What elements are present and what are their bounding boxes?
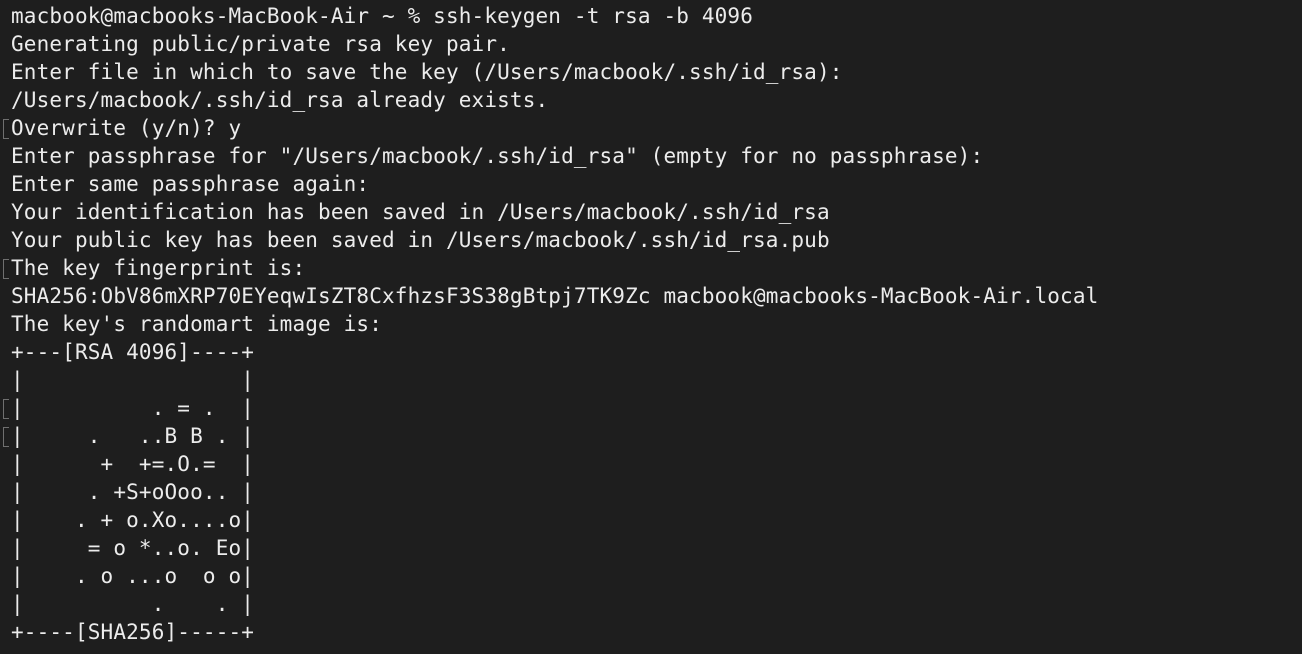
terminal-line: The key's randomart image is: [11,312,382,336]
randomart-line: | = o *..o. Eo| [11,536,255,560]
randomart-line: | . o ...o o o| [11,564,255,588]
terminal-line: Enter same passphrase again: [11,172,370,196]
terminal-line: The key fingerprint is: [11,256,306,280]
terminal-line: Enter file in which to save the key (/Us… [11,60,843,84]
randomart-line: | . ..B B . | [11,424,255,448]
randomart-line: | + +=.O.= | [11,452,255,476]
terminal-line: Enter passphrase for "/Users/macbook/.ss… [11,144,984,168]
randomart-line: | . +S+oOoo.. | [11,480,255,504]
terminal-line: macbook@macbooks-MacBook-Air ~ % ssh-key… [11,4,753,28]
line-mark-icon [3,399,9,419]
randomart-line: | . = . | [11,396,255,420]
line-mark-icon [3,259,9,279]
terminal-line: Your identification has been saved in /U… [11,200,830,224]
randomart-line: +---[RSA 4096]----+ [11,340,255,364]
line-mark-icon [3,119,9,139]
randomart-line: +----[SHA256]-----+ [11,620,255,644]
randomart-line: | | [11,368,255,392]
line-mark-icon [3,427,9,447]
terminal-line: Your public key has been saved in /Users… [11,228,830,252]
terminal-line: SHA256:ObV86mXRP70EYeqwIsZT8CxfhzsF3S38g… [11,284,1099,308]
randomart-line: | . + o.Xo....o| [11,508,255,532]
terminal-line: Generating public/private rsa key pair. [11,32,510,56]
randomart-line: | . . | [11,592,255,616]
terminal-window[interactable]: macbook@macbooks-MacBook-Air ~ % ssh-key… [0,0,1302,654]
terminal-line: /Users/macbook/.ssh/id_rsa already exist… [11,88,549,112]
terminal-line: Overwrite (y/n)? y [11,116,242,140]
